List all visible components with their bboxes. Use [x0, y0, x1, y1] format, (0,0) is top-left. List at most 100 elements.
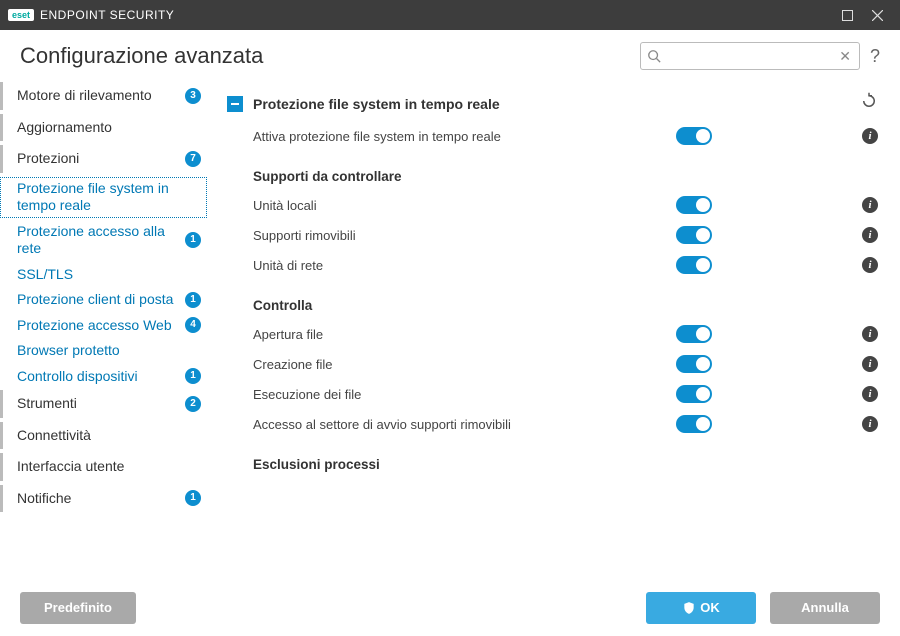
sidebar-item-label: Protezione file system in tempo reale [17, 180, 201, 215]
group-title-exclusions: Esclusioni processi [219, 439, 886, 478]
search-icon [647, 49, 661, 63]
info-icon[interactable]: i [862, 416, 878, 432]
undo-icon [860, 92, 878, 110]
media-toggle-1[interactable] [676, 226, 712, 244]
sidebar-item-3[interactable]: Protezione file system in tempo reale [0, 177, 207, 218]
setting-label: Unità locali [253, 198, 676, 213]
sidebar-item-label: Interfaccia utente [17, 458, 201, 476]
sidebar-item-6[interactable]: Protezione client di posta 1 [0, 288, 207, 312]
scan-toggle-2[interactable] [676, 385, 712, 403]
sidebar-item-label: Connettività [17, 427, 201, 445]
setting-label: Accesso al settore di avvio supporti rim… [253, 417, 676, 432]
scan-toggle-0[interactable] [676, 325, 712, 343]
window-close-button[interactable] [862, 0, 892, 30]
help-button[interactable]: ? [870, 46, 880, 67]
brand-pill: eset [8, 9, 34, 21]
collapse-toggle[interactable] [227, 96, 243, 112]
scan-row-2: Esecuzione dei file i [219, 379, 886, 409]
setting-label: Creazione file [253, 357, 676, 372]
scan-row-3: Accesso al settore di avvio supporti rim… [219, 409, 886, 439]
search-clear-button[interactable]: ✕ [837, 48, 853, 65]
sidebar-item-8[interactable]: Browser protetto [0, 339, 207, 363]
sidebar-item-2[interactable]: Protezioni 7 [0, 145, 207, 173]
close-icon [872, 10, 883, 21]
scan-toggle-1[interactable] [676, 355, 712, 373]
maximize-icon [842, 10, 853, 21]
default-button[interactable]: Predefinito [20, 592, 136, 624]
count-badge: 1 [185, 368, 201, 384]
info-icon[interactable]: i [862, 326, 878, 342]
sidebar-item-label: Protezioni [17, 150, 179, 168]
count-badge: 7 [185, 151, 201, 167]
sidebar-item-11[interactable]: Connettività [0, 422, 207, 450]
info-icon[interactable]: i [862, 197, 878, 213]
group-title-media: Supporti da controllare [219, 151, 886, 190]
count-badge: 4 [185, 317, 201, 333]
media-row-0: Unità locali i [219, 190, 886, 220]
page-title: Configurazione avanzata [20, 43, 640, 69]
search-box[interactable]: ✕ [640, 42, 860, 70]
media-row-1: Supporti rimovibili i [219, 220, 886, 250]
section-header: Protezione file system in tempo reale [219, 86, 886, 121]
setting-label: Apertura file [253, 327, 676, 342]
sidebar: Motore di rilevamento 3 Aggiornamento Prote… [0, 78, 215, 578]
sidebar-item-label: SSL/TLS [17, 266, 201, 284]
scan-row-0: Apertura file i [219, 319, 886, 349]
sidebar-item-label: Protezione client di posta [17, 291, 179, 309]
setting-label: Unità di rete [253, 258, 676, 273]
count-badge: 1 [185, 490, 201, 506]
sidebar-item-label: Protezione accesso alla rete [17, 223, 179, 258]
sidebar-item-12[interactable]: Interfaccia utente [0, 453, 207, 481]
search-input[interactable] [665, 43, 833, 69]
scan-toggle-3[interactable] [676, 415, 712, 433]
info-icon[interactable]: i [862, 356, 878, 372]
window-maximize-button[interactable] [832, 0, 862, 30]
info-icon[interactable]: i [862, 386, 878, 402]
media-toggle-2[interactable] [676, 256, 712, 274]
sidebar-item-label: Browser protetto [17, 342, 201, 360]
brand-text: ENDPOINT SECURITY [40, 8, 174, 22]
section-title: Protezione file system in tempo reale [253, 96, 850, 112]
count-badge: 1 [185, 292, 201, 308]
sidebar-item-4[interactable]: Protezione accesso alla rete 1 [0, 220, 207, 261]
scan-row-1: Creazione file i [219, 349, 886, 379]
media-toggle-0[interactable] [676, 196, 712, 214]
content-pane: Protezione file system in tempo reale At… [215, 78, 900, 578]
sidebar-item-10[interactable]: Strumenti 2 [0, 390, 207, 418]
sidebar-item-label: Strumenti [17, 395, 179, 413]
footer: Predefinito OK Annulla [0, 578, 900, 636]
count-badge: 2 [185, 396, 201, 412]
shield-icon [682, 601, 696, 615]
revert-button[interactable] [860, 92, 878, 115]
ok-label: OK [700, 600, 720, 615]
group-title-scan: Controlla [219, 280, 886, 319]
info-icon[interactable]: i [862, 227, 878, 243]
toggle-enable-realtime[interactable] [676, 127, 712, 145]
sidebar-item-label: Aggiornamento [17, 119, 201, 137]
count-badge: 3 [185, 88, 201, 104]
content-scroll[interactable]: Protezione file system in tempo reale At… [215, 78, 886, 578]
setting-label: Supporti rimovibili [253, 228, 676, 243]
info-icon[interactable]: i [862, 257, 878, 273]
minus-icon [231, 103, 239, 105]
header: Configurazione avanzata ✕ ? [0, 30, 900, 78]
brand-logo: eset ENDPOINT SECURITY [8, 8, 174, 22]
sidebar-item-label: Notifiche [17, 490, 179, 508]
setting-label: Attiva protezione file system in tempo r… [253, 129, 676, 144]
count-badge: 1 [185, 232, 201, 248]
sidebar-item-label: Motore di rilevamento [17, 87, 179, 105]
sidebar-item-7[interactable]: Protezione accesso Web 4 [0, 314, 207, 338]
setting-label: Esecuzione dei file [253, 387, 676, 402]
sidebar-item-label: Protezione accesso Web [17, 317, 179, 335]
media-row-2: Unità di rete i [219, 250, 886, 280]
cancel-button[interactable]: Annulla [770, 592, 880, 624]
info-icon[interactable]: i [862, 128, 878, 144]
sidebar-item-13[interactable]: Notifiche 1 [0, 485, 207, 513]
sidebar-item-5[interactable]: SSL/TLS [0, 263, 207, 287]
ok-button[interactable]: OK [646, 592, 756, 624]
sidebar-item-label: Controllo dispositivi [17, 368, 179, 386]
sidebar-item-0[interactable]: Motore di rilevamento 3 [0, 82, 207, 110]
sidebar-item-9[interactable]: Controllo dispositivi 1 [0, 365, 207, 389]
setting-enable-realtime: Attiva protezione file system in tempo r… [219, 121, 886, 151]
sidebar-item-1[interactable]: Aggiornamento [0, 114, 207, 142]
